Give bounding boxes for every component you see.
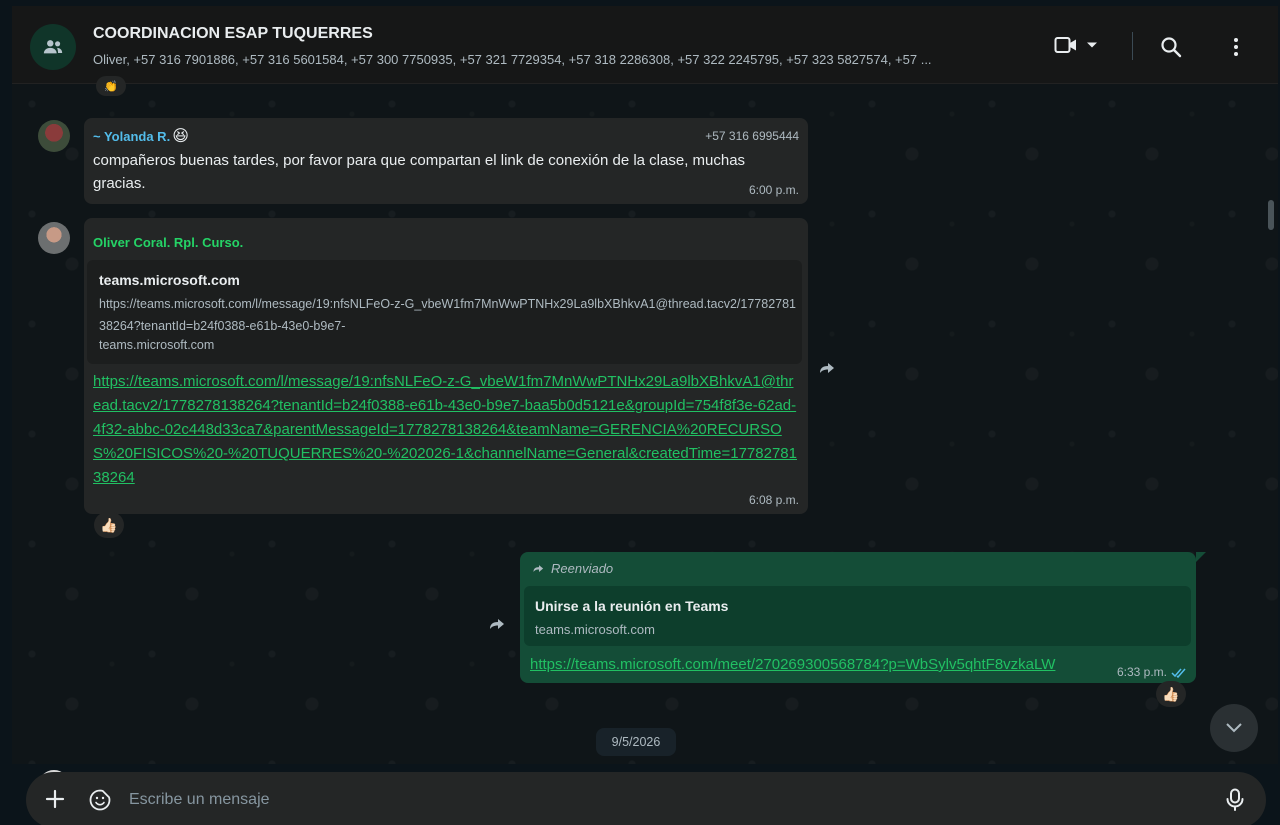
sender-phone[interactable]: +57 316 6995444 <box>705 129 799 143</box>
incoming-message[interactable]: Oliver Coral. Rpl. Curso. teams.microsof… <box>84 218 808 514</box>
sender-name[interactable]: ~ Yolanda R. <box>93 129 170 144</box>
double-check-icon <box>1171 668 1186 678</box>
search-icon <box>1161 37 1182 58</box>
forward-icon <box>490 619 504 629</box>
voice-message-button[interactable] <box>1225 788 1245 817</box>
sender-emoji: 😆 <box>172 128 189 145</box>
forward-button[interactable] <box>488 616 508 637</box>
forwarded-label: Reenviado <box>551 561 614 576</box>
group-avatar[interactable] <box>30 24 76 70</box>
message-list[interactable]: 👏 ~ Yolanda R. 😆 +57 316 6995444 compañe… <box>12 76 1278 802</box>
message-link[interactable]: https://teams.microsoft.com/l/message/19… <box>93 370 799 490</box>
forward-icon <box>820 363 834 373</box>
preview-title: Unirse a la reunión en Teams <box>535 598 729 614</box>
reaction-badge[interactable]: 👍🏻 <box>94 512 124 538</box>
preview-title: teams.microsoft.com <box>99 272 240 288</box>
bubble-tail <box>1196 552 1206 562</box>
sender-name[interactable]: Oliver Coral. Rpl. Curso. <box>93 235 243 250</box>
video-camera-icon <box>1054 37 1076 53</box>
outgoing-message[interactable]: Reenviado Unirse a la reunión en Teams t… <box>520 552 1196 683</box>
forwarded-icon <box>533 565 544 572</box>
header-divider <box>1132 32 1133 60</box>
chat-title[interactable]: COORDINACION ESAP TUQUERRES <box>93 25 373 43</box>
message-link[interactable]: https://teams.microsoft.com/meet/2702693… <box>530 653 1110 677</box>
message-input[interactable] <box>129 786 1189 814</box>
chat-header[interactable]: COORDINACION ESAP TUQUERRES Oliver, +57 … <box>12 6 1278 84</box>
message-time: 6:33 p.m. <box>1116 665 1167 679</box>
reaction-emoji: 👍🏻 <box>100 516 118 533</box>
chat-window: COORDINACION ESAP TUQUERRES Oliver, +57 … <box>12 6 1278 825</box>
link-preview[interactable]: Unirse a la reunión en Teams teams.micro… <box>524 586 1191 646</box>
attach-button[interactable] <box>44 788 66 815</box>
date-divider: 9/5/2026 <box>596 728 676 756</box>
chevron-down-icon <box>1226 723 1242 733</box>
group-members[interactable]: Oliver, +57 316 7901886, +57 316 5601584… <box>93 52 1023 67</box>
avatar-oliver[interactable] <box>38 222 70 254</box>
reaction-badge[interactable]: 👏 <box>96 76 126 96</box>
sticker-icon <box>89 789 111 811</box>
reaction-badge[interactable]: 👍🏻 <box>1156 681 1186 707</box>
message-time: 6:00 p.m. <box>748 183 799 197</box>
kebab-menu-icon <box>1234 38 1238 56</box>
preview-domain: teams.microsoft.com <box>99 338 215 352</box>
preview-description: https://teams.microsoft.com/l/message/19… <box>99 297 797 333</box>
plus-icon <box>45 789 65 809</box>
forward-button[interactable] <box>818 360 838 381</box>
incoming-message[interactable]: ~ Yolanda R. 😆 +57 316 6995444 compañero… <box>84 118 808 204</box>
message-time: 6:08 p.m. <box>748 493 799 507</box>
message-text: compañeros buenas tardes, por favor para… <box>93 152 746 192</box>
search-button[interactable] <box>1160 36 1182 63</box>
video-call-button[interactable] <box>1054 36 1098 54</box>
reaction-emoji: 👏 <box>104 80 118 93</box>
link-preview[interactable]: teams.microsoft.com https://teams.micros… <box>87 260 802 364</box>
message-composer <box>26 772 1266 825</box>
menu-button[interactable] <box>1226 36 1246 63</box>
scrollbar-thumb[interactable] <box>1268 200 1274 230</box>
reaction-emoji: 👍🏻 <box>1162 685 1180 702</box>
sticker-button[interactable] <box>88 788 112 817</box>
microphone-icon <box>1226 788 1244 811</box>
avatar-yolanda[interactable] <box>38 120 70 152</box>
group-icon <box>43 40 63 54</box>
preview-domain: teams.microsoft.com <box>535 622 655 637</box>
scroll-down-button[interactable] <box>1210 704 1258 752</box>
chevron-down-icon <box>1087 42 1097 48</box>
